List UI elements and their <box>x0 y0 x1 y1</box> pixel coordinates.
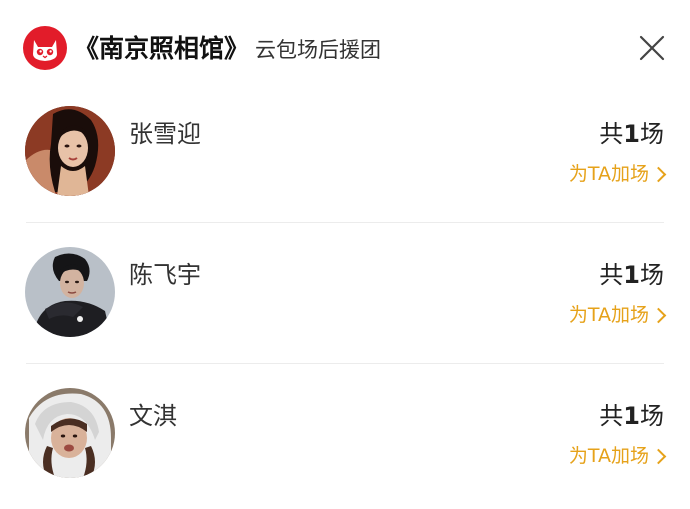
add-session-label: 为TA加场 <box>568 163 649 185</box>
add-session-link[interactable]: 为TA加场 <box>568 301 667 329</box>
count-value: 1 <box>623 402 640 430</box>
avatar[interactable] <box>25 247 115 337</box>
count-prefix: 共 <box>599 402 624 430</box>
supporter-name: 文淇 <box>129 402 177 430</box>
supporter-row: 文淇 共1场 为TA加场 <box>0 364 690 505</box>
avatar[interactable] <box>25 388 115 478</box>
add-session-label: 为TA加场 <box>568 445 649 467</box>
chevron-right-icon <box>650 448 667 464</box>
count-prefix: 共 <box>599 261 624 289</box>
count-suffix: 场 <box>640 120 664 148</box>
close-button[interactable] <box>636 32 668 64</box>
session-count: 共1场 <box>599 400 664 432</box>
group-subtitle: 云包场后援团 <box>255 38 382 62</box>
supporter-name: 张雪迎 <box>129 120 201 148</box>
count-suffix: 场 <box>640 261 664 289</box>
add-session-label: 为TA加场 <box>568 304 649 326</box>
avatar[interactable] <box>25 106 115 196</box>
add-session-link[interactable]: 为TA加场 <box>568 160 667 188</box>
supporter-row: 陈飞宇 共1场 为TA加场 <box>0 223 690 364</box>
supporter-row: 张雪迎 共1场 为TA加场 <box>0 82 690 223</box>
movie-title: 《南京照相馆》 <box>74 34 250 63</box>
supporter-list: 张雪迎 共1场 为TA加场 陈飞宇 共1场 为TA加场 文淇 共1场 为TA加场 <box>0 82 690 505</box>
close-icon <box>639 35 665 61</box>
chevron-right-icon <box>650 307 667 323</box>
add-session-link[interactable]: 为TA加场 <box>568 442 667 470</box>
supporter-name: 陈飞宇 <box>129 261 201 289</box>
support-group-sheet: 《南京照相馆》 云包场后援团 张雪迎 共1场 为TA加场 陈飞宇 共1场 为TA… <box>0 0 690 509</box>
count-prefix: 共 <box>599 120 624 148</box>
page-title: 《南京照相馆》 云包场后援团 <box>74 31 381 67</box>
maoyan-cat-logo-icon <box>23 26 67 70</box>
session-count: 共1场 <box>599 259 664 291</box>
count-value: 1 <box>623 120 640 148</box>
chevron-right-icon <box>650 166 667 182</box>
session-count: 共1场 <box>599 118 664 150</box>
count-value: 1 <box>623 261 640 289</box>
count-suffix: 场 <box>640 402 664 430</box>
